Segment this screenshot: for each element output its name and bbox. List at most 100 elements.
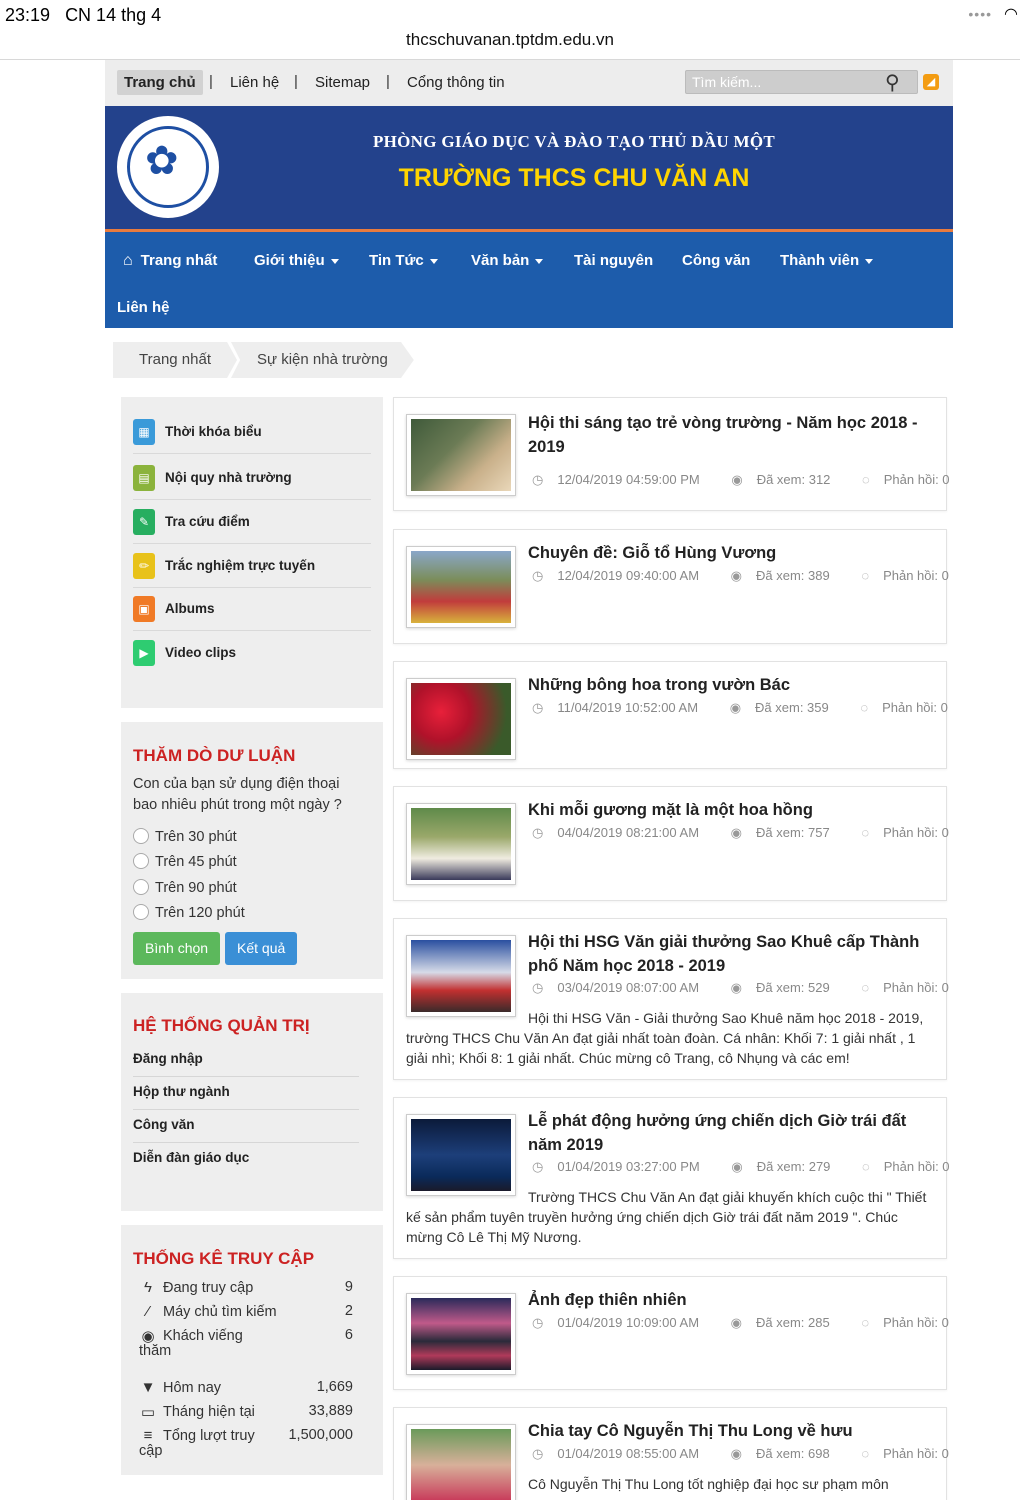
- article-card[interactable]: Hội thi HSG Văn giải thưởng Sao Khuê cấp…: [393, 918, 949, 1080]
- poll-option[interactable]: Trên 120 phút: [133, 904, 245, 921]
- nav-item-resources[interactable]: Tài nguyên: [574, 252, 653, 269]
- vote-button[interactable]: Bình chọn: [133, 932, 221, 965]
- radio-button[interactable]: [133, 879, 149, 895]
- stat-label-wrap: cập: [139, 1443, 163, 1459]
- clock-icon: ◷: [532, 1315, 544, 1330]
- top-link-home[interactable]: Trang chủ: [117, 70, 203, 95]
- nav-item-home[interactable]: ⌂ Trang nhất: [123, 252, 217, 270]
- article-thumbnail[interactable]: [406, 1114, 516, 1196]
- calendar-icon: ▭: [140, 1404, 156, 1421]
- article-card[interactable]: Những bông hoa trong vườn Bác ◷ 11/04/201…: [393, 661, 948, 769]
- admin-link-dispatches[interactable]: Công văn: [133, 1111, 359, 1143]
- article-card[interactable]: Hội thi sáng tạo trẻ vòng trường - Năm h…: [393, 397, 950, 511]
- nav-item-about[interactable]: Giới thiệu: [254, 252, 339, 269]
- nav-item-documents[interactable]: Văn bản: [471, 252, 544, 269]
- nav-item-contact[interactable]: Liên hệ: [117, 299, 170, 316]
- stats-title: THỐNG KÊ TRUY CẬP: [133, 1249, 315, 1268]
- thumbnail-image: [411, 551, 511, 623]
- quick-link-label: Nội quy nhà trường: [165, 470, 292, 485]
- article-card[interactable]: Chuyên đề: Giỗ tổ Hùng Vương ◷ 12/04/2019…: [393, 529, 949, 644]
- poll-option[interactable]: Trên 90 phút: [133, 879, 237, 896]
- page: Trang chủ | Liên hệ | Sitemap | Cổng thô…: [105, 60, 953, 1500]
- search-icon[interactable]: ⚲: [885, 70, 900, 95]
- eye-icon: ◉: [730, 1446, 742, 1461]
- article-title[interactable]: Khi mỗi gương mặt là một hoa hồng: [528, 798, 938, 822]
- nav-item-members[interactable]: Thành viên: [780, 252, 874, 269]
- status-time: 23:19 CN 14 thg 4: [5, 5, 162, 25]
- clock-icon: ◷: [532, 825, 544, 840]
- article-title[interactable]: Chia tay Cô Nguyễn Thị Thu Long về hưu: [528, 1419, 938, 1443]
- breadcrumb-item-events[interactable]: Sự kiện nhà trường: [231, 342, 414, 378]
- admin-link-forum[interactable]: Diễn đàn giáo dục: [133, 1144, 359, 1176]
- edit-icon: ✎: [133, 509, 155, 535]
- filter-icon: ▼: [140, 1379, 156, 1396]
- results-button[interactable]: Kết quả: [225, 932, 298, 965]
- device-status-bar: 23:19 CN 14 thg 4 •••• ◠: [0, 0, 1020, 30]
- article-date: 12/04/2019 04:59:00 PM: [557, 472, 700, 487]
- article-thumbnail[interactable]: [406, 546, 516, 628]
- poll-option-label: Trên 30 phút: [155, 829, 237, 845]
- article-thumbnail[interactable]: [406, 803, 516, 885]
- address-bar[interactable]: thcschuvanan.tptdm.edu.vn: [0, 30, 1020, 60]
- nav-label: Liên hệ: [117, 299, 170, 316]
- caret-down-icon: [865, 258, 874, 264]
- article-title[interactable]: Lễ phát động hưởng ứng chiến dịch Giờ tr…: [528, 1109, 938, 1157]
- article-title[interactable]: Hội thi sáng tạo trẻ vòng trường - Năm h…: [528, 411, 938, 459]
- article-meta: ◷ 12/04/2019 04:59:00 PM ◉ Đã xem: 312 ◌ Ph…: [532, 472, 978, 488]
- stat-label: Tổng lượt truy: [163, 1428, 255, 1444]
- quick-link-albums[interactable]: ▣ Albums: [133, 587, 371, 631]
- breadcrumb-item-home[interactable]: Trang nhất: [113, 342, 237, 378]
- poll-option[interactable]: Trên 45 phút: [133, 853, 237, 870]
- top-link-contact[interactable]: Liên hệ: [230, 74, 279, 91]
- admin-link-login[interactable]: Đăng nhập: [133, 1045, 359, 1077]
- article-title[interactable]: Ảnh đẹp thiên nhiên: [528, 1288, 938, 1312]
- caret-down-icon: [535, 258, 544, 264]
- top-link-portal[interactable]: Cổng thông tin: [407, 74, 505, 91]
- quick-link-timetable[interactable]: ▦ Thời khóa biểu: [133, 410, 371, 454]
- article-thumbnail[interactable]: [406, 414, 516, 496]
- bolt-icon: ϟ: [144, 1279, 152, 1296]
- admin-box: HỆ THỐNG QUẢN TRỊ Đăng nhập Hộp thư ngàn…: [121, 993, 383, 1211]
- article-views: Đã xem: 529: [756, 980, 830, 995]
- article-title[interactable]: Những bông hoa trong vườn Bác: [528, 673, 938, 697]
- stat-label: Hôm nay: [163, 1380, 222, 1396]
- caret-down-icon: [330, 258, 339, 264]
- thumbnail-image: [411, 808, 511, 880]
- quick-link-online-quiz[interactable]: ✏ Trắc nghiệm trực tuyến: [133, 544, 371, 588]
- main-nav: ⌂ Trang nhất Giới thiệu Tin Tức Văn bản T…: [105, 232, 953, 328]
- poll-title: THĂM DÒ DƯ LUẬN: [133, 746, 296, 765]
- article-card[interactable]: Chia tay Cô Nguyễn Thị Thu Long về hưu ◷…: [393, 1407, 949, 1500]
- article-excerpt: Hội thi HSG Văn - Giải thưởng Sao Khuê n…: [406, 1010, 924, 1066]
- stat-value: 33,889: [308, 1403, 353, 1419]
- clock-icon: ◷: [532, 980, 544, 995]
- quick-link-video-clips[interactable]: ▶ Video clips: [133, 631, 371, 675]
- article-thumbnail[interactable]: [406, 935, 516, 1017]
- admin-link-mailbox[interactable]: Hộp thư ngành: [133, 1078, 359, 1110]
- article-views: Đã xem: 359: [755, 700, 829, 715]
- poll-option[interactable]: Trên 30 phút: [133, 828, 237, 845]
- wifi-icon: ◠: [1004, 6, 1018, 23]
- article-title[interactable]: Chuyên đề: Giỗ tổ Hùng Vương: [528, 541, 938, 565]
- article-excerpt: Trường THCS Chu Văn An đạt giải khuyến k…: [406, 1189, 927, 1245]
- article-title[interactable]: Hội thi HSG Văn giải thưởng Sao Khuê cấp…: [528, 930, 938, 978]
- eye-icon: ◉: [730, 1315, 742, 1330]
- radio-button[interactable]: [133, 853, 149, 869]
- nav-label: Công văn: [682, 252, 751, 269]
- search-input[interactable]: Tìm kiếm...: [685, 70, 918, 94]
- top-link-sitemap[interactable]: Sitemap: [315, 74, 370, 91]
- article-thumbnail[interactable]: [406, 678, 516, 760]
- article-card[interactable]: Lễ phát động hưởng ứng chiến dịch Giờ tr…: [393, 1097, 950, 1259]
- quick-link-grades[interactable]: ✎ Tra cứu điểm: [133, 500, 371, 544]
- article-date: 01/04/2019 08:55:00 AM: [557, 1446, 700, 1461]
- quick-link-rules[interactable]: ▤ Nội quy nhà trường: [133, 456, 371, 500]
- nav-item-dispatches[interactable]: Công văn: [682, 252, 750, 269]
- article-replies: Phản hồi: 0: [883, 1159, 950, 1174]
- article-thumbnail[interactable]: [406, 1293, 516, 1375]
- nav-item-news[interactable]: Tin Tức: [369, 252, 438, 269]
- radio-button[interactable]: [133, 828, 149, 844]
- article-card[interactable]: Ảnh đẹp thiên nhiên ◷ 01/04/2019 10:09:00…: [393, 1276, 949, 1390]
- radio-button[interactable]: [133, 904, 149, 920]
- rss-icon[interactable]: ◢: [923, 74, 939, 90]
- eye-icon: ◉: [730, 568, 742, 583]
- article-card[interactable]: Khi mỗi gương mặt là một hoa hồng ◷ 04/04…: [393, 786, 949, 901]
